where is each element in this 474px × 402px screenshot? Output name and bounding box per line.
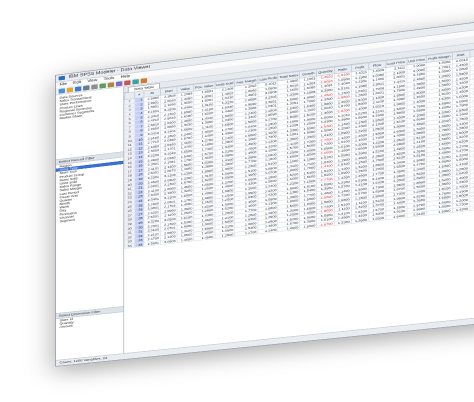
open-icon[interactable] (67, 87, 73, 92)
table-cell[interactable]: 1.6100 (407, 211, 427, 218)
table-cell[interactable]: 1.5600 (300, 223, 317, 229)
table-cell[interactable]: 34 (135, 242, 144, 247)
table-cell[interactable]: 1.3500 (351, 217, 368, 223)
table-cell[interactable]: 1.4600 (278, 225, 300, 232)
app-icon (59, 76, 65, 81)
stage: IBM SPSS Modeler - Data Viewer File Edit V… (0, 0, 474, 402)
menu-item-help[interactable]: Help (121, 74, 130, 79)
menu-item-edit[interactable]: Edit (73, 80, 81, 85)
data-tree-panel: Data Sources Sales Transactions Store Perf… (56, 87, 123, 160)
table-cell[interactable]: 1.2900 (215, 232, 235, 239)
row-number: 34 (125, 243, 135, 248)
table-cell[interactable]: -1.6700 (317, 221, 334, 227)
table-cell[interactable]: 1.4200 (452, 206, 469, 212)
print-icon[interactable] (83, 85, 89, 90)
table-cell[interactable]: 2.5601 (144, 240, 161, 246)
paste-icon[interactable] (108, 82, 114, 87)
application-window: IBM SPSS Modeler - Data Viewer File Edit V… (55, 13, 474, 367)
data-grid-area: Data Table ✕ #IDStartValuePos. ValueUnit… (124, 34, 474, 353)
record-filter-panel: Select Record Filter Region Store Type Sto… (56, 152, 123, 314)
table-cell[interactable]: 1.4600 (177, 237, 194, 243)
cut-icon[interactable] (91, 84, 97, 89)
record-filter-list: Region Store Type Store Size Product Group I… (56, 157, 123, 223)
menu-item-file[interactable]: File (60, 82, 67, 87)
new-icon[interactable] (59, 88, 65, 93)
copy-icon[interactable] (99, 83, 105, 88)
left-sidebar: Data Sources Sales Transactions Store Perf… (56, 87, 124, 361)
menu-item-tools[interactable]: Tools (104, 76, 115, 81)
table-cell[interactable]: 1.4500 (194, 234, 215, 241)
dimension-filter-panel: Select Dimension Filter Store Id Quantity… (56, 307, 123, 361)
table-cell[interactable]: 1.6500 (368, 215, 385, 221)
table-cell[interactable]: 1.1400 (258, 227, 278, 234)
undo-icon[interactable] (116, 81, 122, 86)
table-cell[interactable]: 1.6400 (386, 213, 407, 220)
table-cell[interactable]: 1.2300 (334, 219, 351, 225)
table-cell[interactable]: 2.0900 (160, 238, 177, 244)
table-cell[interactable]: 1.7800 (469, 204, 474, 210)
filter-icon[interactable] (124, 80, 130, 85)
save-icon[interactable] (75, 86, 81, 91)
chart-icon[interactable] (141, 78, 147, 83)
menu-item-view[interactable]: View (87, 78, 97, 83)
sort-icon[interactable] (132, 79, 138, 84)
